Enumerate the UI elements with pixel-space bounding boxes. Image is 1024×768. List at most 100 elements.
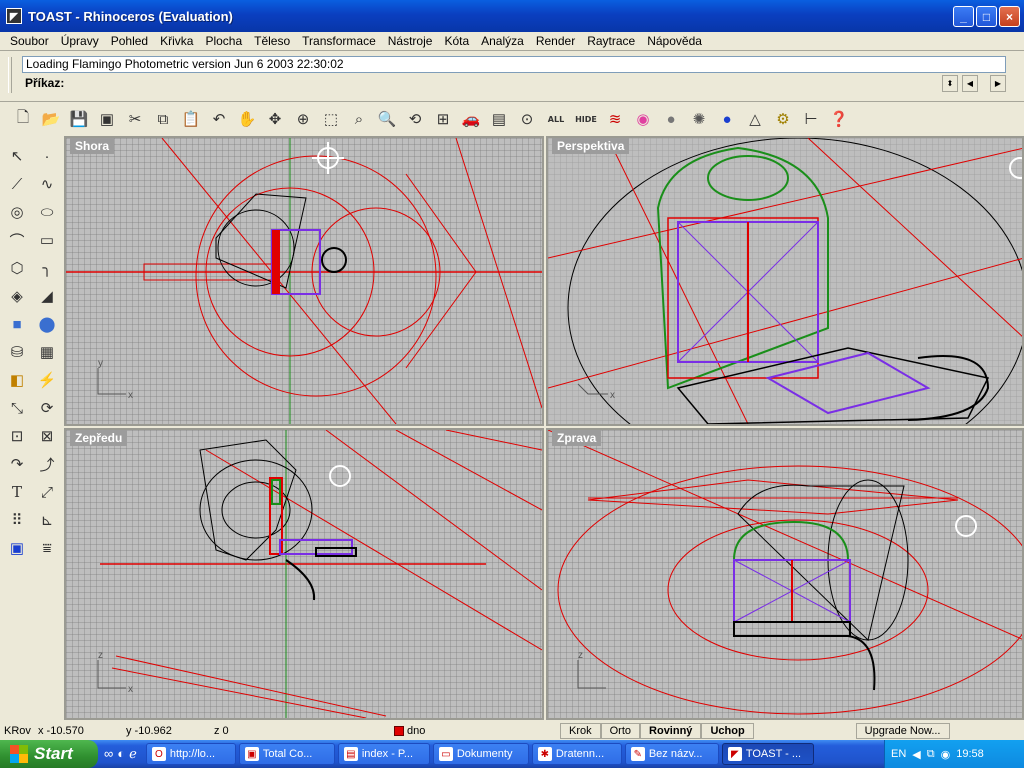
maximize-button[interactable]: □ [976,6,997,27]
open-folder-icon[interactable]: 📂 [38,106,64,132]
tray-back-icon[interactable]: ◀ [912,748,920,761]
cut-icon[interactable]: ✂ [122,106,148,132]
settings-gear-icon[interactable]: ⚙ [770,106,796,132]
language-indicator[interactable]: EN [891,748,906,760]
upgrade-now-button[interactable]: Upgrade Now... [855,723,950,739]
arc-icon[interactable]: ⌒ [2,226,32,254]
render-preview-icon[interactable]: ✺ [686,106,712,132]
quick-launch-app-icon[interactable]: ∞ [104,746,113,762]
car-render-icon[interactable]: 🚗 [458,106,484,132]
text-icon[interactable]: T [2,478,32,506]
scale-icon[interactable]: ⤢ [32,478,62,506]
viewport-top[interactable]: Shora y x [64,136,544,426]
quick-launch-ie-icon[interactable]: ℯ [129,746,137,762]
task-toast-rhino[interactable]: ◤ TOAST - ... [721,743,814,765]
help-icon[interactable]: ❓ [826,106,852,132]
menu-soubor[interactable]: Soubor [4,34,55,48]
menu-napoveda[interactable]: Nápověda [641,34,708,48]
menu-teleso[interactable]: Těleso [248,34,296,48]
task-dratenn[interactable]: ✱ Dratenn... [531,743,622,765]
dimension-icon[interactable]: ⊢ [798,106,824,132]
current-layer[interactable]: dno [390,723,560,739]
close-button[interactable]: × [999,6,1020,27]
shaded-sphere-icon[interactable]: ● [658,106,684,132]
menu-raytrace[interactable]: Raytrace [581,34,641,48]
viewport-label-perspective[interactable]: Perspektiva [552,138,630,154]
ellipse-icon[interactable]: ⬭ [32,198,62,226]
snap-toggle[interactable]: Krok [560,723,601,739]
select-point-icon[interactable]: ⊙ [514,106,540,132]
paste-icon[interactable]: 📋 [178,106,204,132]
circle-icon[interactable]: ◎ [2,198,32,226]
light-cone-icon[interactable]: △ [742,106,768,132]
surface-edge-icon[interactable]: ◢ [32,282,62,310]
viewport-front[interactable]: Zepředu z x [64,428,544,720]
viewport-perspective[interactable]: Perspektiva x [546,136,1024,426]
menu-krivka[interactable]: Křivka [154,34,199,48]
select-arrow-icon[interactable]: ↖ [2,142,32,170]
ground-plane-icon[interactable]: ⩸ [32,534,62,562]
viewport-label-right[interactable]: Zprava [552,430,602,446]
undo-icon[interactable]: ↶ [206,106,232,132]
title-bar[interactable]: ◤ TOAST - Rhinoceros (Evaluation) _ □ × [0,0,1024,32]
scroll-up-down-icon[interactable]: ⬍ [942,75,958,92]
task-bez-nazvu[interactable]: ✎ Bez názv... [624,743,719,765]
box-icon[interactable]: ■ [2,310,32,338]
rhino-app-icon[interactable]: ◤ [6,8,22,24]
flow-icon[interactable]: ⤴ [32,450,62,478]
menu-transformace[interactable]: Transformace [296,34,382,48]
toolbar-grip[interactable] [8,57,12,93]
tray-network-icon[interactable]: ⧉ [927,748,935,761]
menu-upravy[interactable]: Úpravy [55,34,105,48]
menu-nastroje[interactable]: Nástroje [382,34,439,48]
menu-render[interactable]: Render [530,34,581,48]
polyline-icon[interactable]: ⟋ [2,170,32,198]
zoom-extents-icon[interactable]: ⌕ [346,106,372,132]
curve-icon[interactable]: ∿ [32,170,62,198]
trim-icon[interactable]: ⚡ [32,366,62,394]
minimize-button[interactable]: _ [953,6,974,27]
scroll-left-icon[interactable]: ◀ [962,75,978,92]
task-index[interactable]: ▤ index - P... [337,743,430,765]
render-viewport-icon[interactable]: ▣ [2,534,32,562]
command-prompt[interactable]: Příkaz: [22,75,942,92]
dimension-tool-icon[interactable]: ⊾ [32,506,62,534]
zoom-dynamic-icon[interactable]: ⊕ [290,106,316,132]
pan-hand-icon[interactable]: ✋ [234,106,260,132]
command-history[interactable]: Loading Flamingo Photometric version Jun… [22,56,1006,73]
tray-volume-icon[interactable]: ◉ [941,748,951,761]
menu-analyza[interactable]: Analýza [475,34,530,48]
zoom-selected-icon[interactable]: 🔍 [374,106,400,132]
planar-toggle[interactable]: Rovinný [640,723,702,739]
point-icon[interactable]: · [32,142,62,170]
mesh-icon[interactable]: ▦ [32,338,62,366]
osnap-toggle[interactable]: Uchop [701,723,754,739]
color-wheel-icon[interactable]: ◉ [630,106,656,132]
array-icon[interactable]: ⠿ [2,506,32,534]
rotate-view-icon[interactable]: ✥ [262,106,288,132]
bend-icon[interactable]: ↷ [2,450,32,478]
menu-kota[interactable]: Kóta [438,34,475,48]
group-icon[interactable]: ⊡ [2,422,32,450]
rectangle-icon[interactable]: ▭ [32,226,62,254]
task-total-commander[interactable]: ▣ Total Co... [238,743,335,765]
viewport-label-top[interactable]: Shora [70,138,115,154]
save-icon[interactable]: 💾 [66,106,92,132]
fillet-curve-icon[interactable]: ╮ [32,254,62,282]
viewport-label-front[interactable]: Zepředu [70,430,128,446]
layers-icon[interactable]: ≋ [602,106,628,132]
print-icon[interactable]: ▣ [94,106,120,132]
task-dokumenty[interactable]: ▭ Dokumenty [432,743,529,765]
ortho-toggle[interactable]: Orto [600,723,641,739]
menu-pohled[interactable]: Pohled [105,34,154,48]
explode-icon[interactable]: ◧ [2,366,32,394]
viewport-right[interactable]: Zprava z [546,428,1024,720]
undo-view-icon[interactable]: ⟲ [402,106,428,132]
cylinder-icon[interactable]: ⛁ [2,338,32,366]
task-http[interactable]: Ohttp://lo... [145,743,236,765]
scroll-right-icon[interactable]: ▶ [990,75,1006,92]
new-file-icon[interactable]: 🗋 [10,106,36,132]
move-icon[interactable]: ⤡ [2,394,32,422]
boolean-union-icon[interactable]: ⬤ [32,310,62,338]
surface-points-icon[interactable]: ◈ [2,282,32,310]
